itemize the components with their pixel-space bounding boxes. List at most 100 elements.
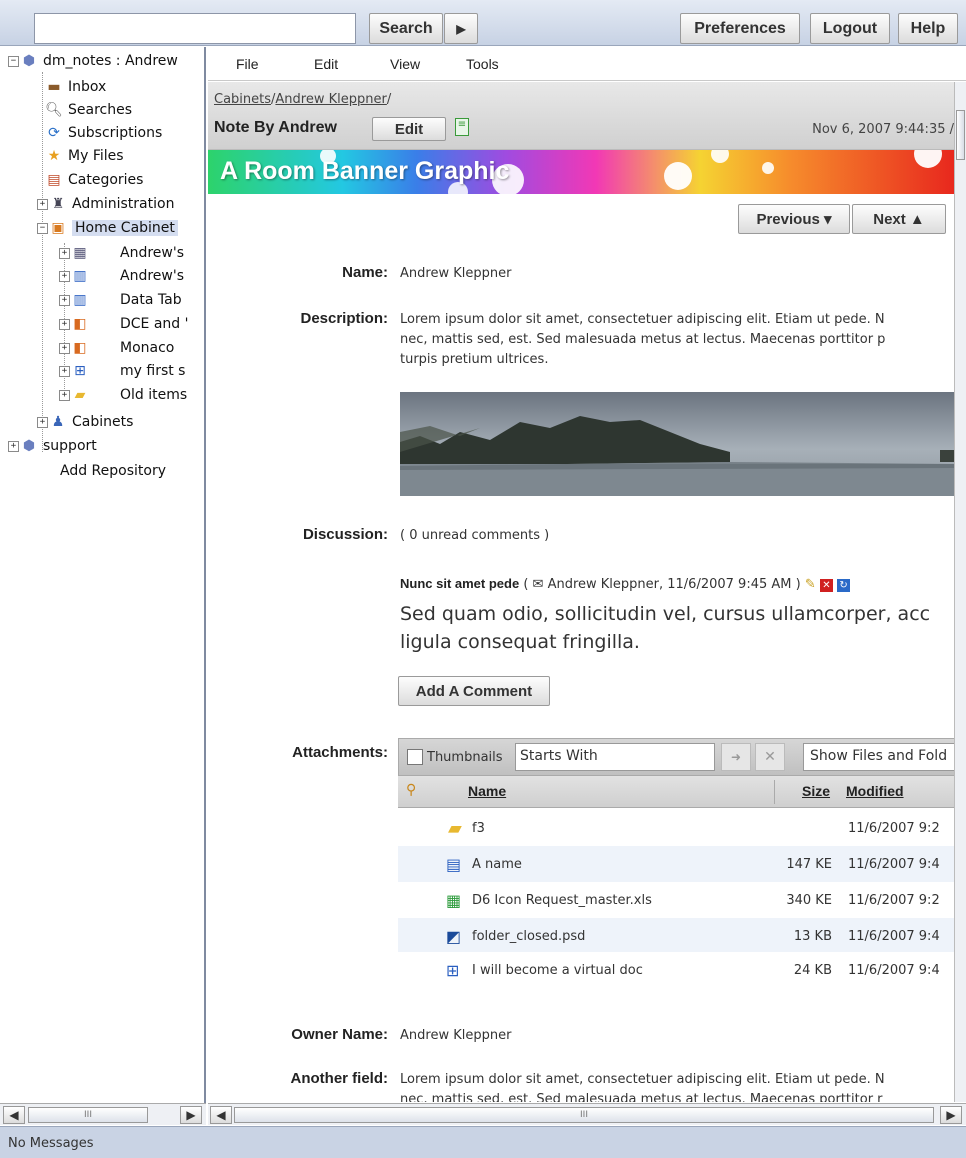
admin-icon: ♜ bbox=[51, 196, 65, 212]
tree-label: Add Repository bbox=[60, 463, 166, 479]
sidebar-item-old-items[interactable]: + ▰ Old items bbox=[59, 384, 187, 406]
attachment-row[interactable]: ⊞ I will become a virtual doc 24 KB 11/6… bbox=[398, 952, 954, 988]
menu-edit[interactable]: Edit bbox=[314, 56, 338, 72]
tree-repo-support[interactable]: + ⬢ support bbox=[8, 435, 97, 457]
sidebar-item-categories[interactable]: ▤ Categories bbox=[44, 169, 143, 191]
main-vertical-scrollbar[interactable] bbox=[954, 82, 966, 1102]
preferences-button[interactable]: Preferences bbox=[680, 13, 800, 44]
scroll-right-icon[interactable]: ▶ bbox=[940, 1106, 962, 1124]
next-button[interactable]: Next ▲ bbox=[852, 204, 946, 234]
filter-go-icon[interactable]: ➜ bbox=[721, 743, 751, 771]
tree-label: My Files bbox=[68, 148, 124, 164]
sidebar-item-my-files[interactable]: ★ My Files bbox=[44, 145, 124, 167]
attachment-row[interactable]: ▰ f3 11/6/2007 9:2 bbox=[398, 810, 954, 846]
attachment-size: 24 KB bbox=[793, 962, 832, 978]
attachment-name[interactable]: A name bbox=[472, 857, 522, 872]
column-name[interactable]: Name bbox=[468, 783, 506, 799]
scroll-thumb[interactable]: III bbox=[28, 1107, 148, 1123]
scroll-thumb[interactable]: III bbox=[234, 1107, 934, 1123]
main-horizontal-scrollbar[interactable]: ◀ III ▶ bbox=[208, 1103, 966, 1125]
attachment-row[interactable]: ◩ folder_closed.psd 13 KB 11/6/2007 9:4 bbox=[398, 918, 954, 954]
book-icon: ▥ bbox=[73, 292, 87, 308]
expand-toggle-icon[interactable]: + bbox=[8, 440, 19, 452]
another-field-value: Lorem ipsum dolor sit amet, consectetuer… bbox=[400, 1070, 885, 1102]
filter-clear-icon[interactable]: ✕ bbox=[755, 743, 785, 771]
sidebar-item-andrews-2[interactable]: + ▥ Andrew's bbox=[59, 265, 184, 287]
expand-toggle-icon[interactable]: + bbox=[59, 389, 70, 401]
thumbnails-label: Thumbnails bbox=[427, 750, 503, 765]
play-arrow-icon[interactable]: ▶ bbox=[444, 13, 478, 44]
previous-button[interactable]: Previous ▾ bbox=[738, 204, 850, 234]
help-button[interactable]: Help bbox=[898, 13, 958, 44]
attachment-name[interactable]: folder_closed.psd bbox=[472, 929, 585, 944]
sidebar-item-home-cabinet[interactable]: − ▣ Home Cabinet bbox=[37, 217, 178, 239]
attachment-row[interactable]: ▤ A name 147 KE 11/6/2007 9:4 bbox=[398, 846, 954, 882]
star-icon: ★ bbox=[47, 148, 61, 164]
scroll-right-icon[interactable]: ▶ bbox=[180, 1106, 202, 1124]
description-line: Lorem ipsum dolor sit amet, consectetuer… bbox=[400, 312, 885, 327]
tree-label: my first s bbox=[120, 363, 186, 379]
sidebar-item-cabinets[interactable]: + ♟ Cabinets bbox=[37, 411, 133, 433]
sidebar-item-searches[interactable]: 🔍︎ Searches bbox=[44, 99, 132, 121]
edit-button[interactable]: Edit bbox=[372, 117, 446, 141]
tree-label: Subscriptions bbox=[68, 125, 163, 141]
expand-toggle-icon[interactable]: + bbox=[59, 342, 70, 354]
description-label: Description: bbox=[300, 310, 388, 327]
show-files-select[interactable]: Show Files and Fold bbox=[803, 743, 954, 771]
edit-comment-icon[interactable]: ✎ bbox=[805, 577, 816, 592]
attachment-name[interactable]: I will become a virtual doc bbox=[472, 963, 643, 978]
tree-repo-dm-notes[interactable]: − ⬢ dm_notes : Andrew bbox=[8, 50, 178, 72]
delete-comment-icon[interactable]: ✕ bbox=[819, 579, 833, 592]
expand-toggle-icon[interactable]: + bbox=[59, 270, 70, 282]
sidebar-item-monaco[interactable]: + ◧ Monaco bbox=[59, 337, 174, 359]
repository-tree: − ⬢ dm_notes : Andrew ▬ Inbox 🔍︎ Searche… bbox=[0, 47, 206, 1103]
sidebar-horizontal-scrollbar[interactable]: ◀ III ▶ bbox=[0, 1103, 206, 1125]
search-input[interactable] bbox=[34, 13, 356, 44]
menu-view[interactable]: View bbox=[390, 56, 420, 72]
add-comment-button[interactable]: Add A Comment bbox=[398, 676, 550, 706]
expand-toggle-icon[interactable]: + bbox=[59, 294, 70, 306]
sidebar-item-administration[interactable]: + ♜ Administration bbox=[37, 193, 174, 215]
description-line: nec, mattis sed, est. Sed malesuada metu… bbox=[400, 332, 886, 347]
menu-tools[interactable]: Tools bbox=[466, 56, 499, 72]
collapse-toggle-icon[interactable]: − bbox=[8, 55, 19, 67]
column-modified[interactable]: Modified bbox=[846, 783, 904, 799]
expand-toggle-icon[interactable]: + bbox=[59, 318, 70, 330]
inbox-icon: ▬ bbox=[47, 79, 61, 95]
breadcrumb-andrew-kleppner[interactable]: Andrew Kleppner bbox=[275, 92, 386, 107]
attachment-row[interactable]: ▦ D6 Icon Request_master.xls 340 KE 11/6… bbox=[398, 882, 954, 918]
expand-toggle-icon[interactable]: + bbox=[37, 198, 48, 210]
sidebar-item-inbox[interactable]: ▬ Inbox bbox=[44, 76, 106, 98]
sidebar-item-my-first[interactable]: + ⊞ my first s bbox=[59, 360, 185, 382]
note-icon[interactable]: ≡ bbox=[455, 118, 469, 136]
discussion-value[interactable]: ( 0 unread comments ) bbox=[400, 526, 549, 546]
scroll-left-icon[interactable]: ◀ bbox=[210, 1106, 232, 1124]
sidebar-item-andrews-1[interactable]: + ▦ Andrew's bbox=[59, 242, 184, 264]
sidebar-item-dce[interactable]: + ◧ DCE and ' bbox=[59, 313, 189, 335]
comment-title: Nunc sit amet pede bbox=[400, 576, 520, 591]
scroll-thumb[interactable] bbox=[956, 110, 965, 160]
logout-button[interactable]: Logout bbox=[810, 13, 890, 44]
collapse-toggle-icon[interactable]: − bbox=[37, 222, 48, 234]
attachments-grid: Thumbnails Starts With ➜ ✕ Show Files an… bbox=[398, 738, 954, 988]
sidebar-item-subscriptions[interactable]: ⟳ Subscriptions bbox=[44, 122, 162, 144]
attachment-name[interactable]: D6 Icon Request_master.xls bbox=[472, 893, 652, 908]
expand-toggle-icon[interactable]: + bbox=[59, 365, 70, 377]
breadcrumb-cabinets[interactable]: Cabinets bbox=[214, 92, 271, 107]
search-button[interactable]: Search bbox=[369, 13, 443, 44]
expand-toggle-icon[interactable]: + bbox=[59, 247, 70, 259]
thumbnails-checkbox[interactable] bbox=[407, 749, 423, 765]
sidebar-item-data-tab[interactable]: + ▥ Data Tab bbox=[59, 289, 182, 311]
expand-toggle-icon[interactable]: + bbox=[37, 416, 48, 428]
reply-comment-icon[interactable]: ↻ bbox=[837, 579, 851, 592]
breadcrumb-separator: / bbox=[386, 92, 392, 107]
menu-file[interactable]: File bbox=[236, 56, 259, 72]
add-repository-link[interactable]: Add Repository bbox=[60, 460, 166, 482]
attachment-size: 13 KB bbox=[793, 928, 832, 944]
timestamp: Nov 6, 2007 9:44:35 / bbox=[812, 122, 954, 137]
scroll-left-icon[interactable]: ◀ bbox=[3, 1106, 25, 1124]
filter-input[interactable]: Starts With bbox=[515, 743, 715, 771]
column-size[interactable]: Size bbox=[802, 783, 830, 799]
another-field-line: nec, mattis sed, est. Sed malesuada metu… bbox=[400, 1092, 883, 1102]
attachment-name[interactable]: f3 bbox=[472, 821, 485, 836]
